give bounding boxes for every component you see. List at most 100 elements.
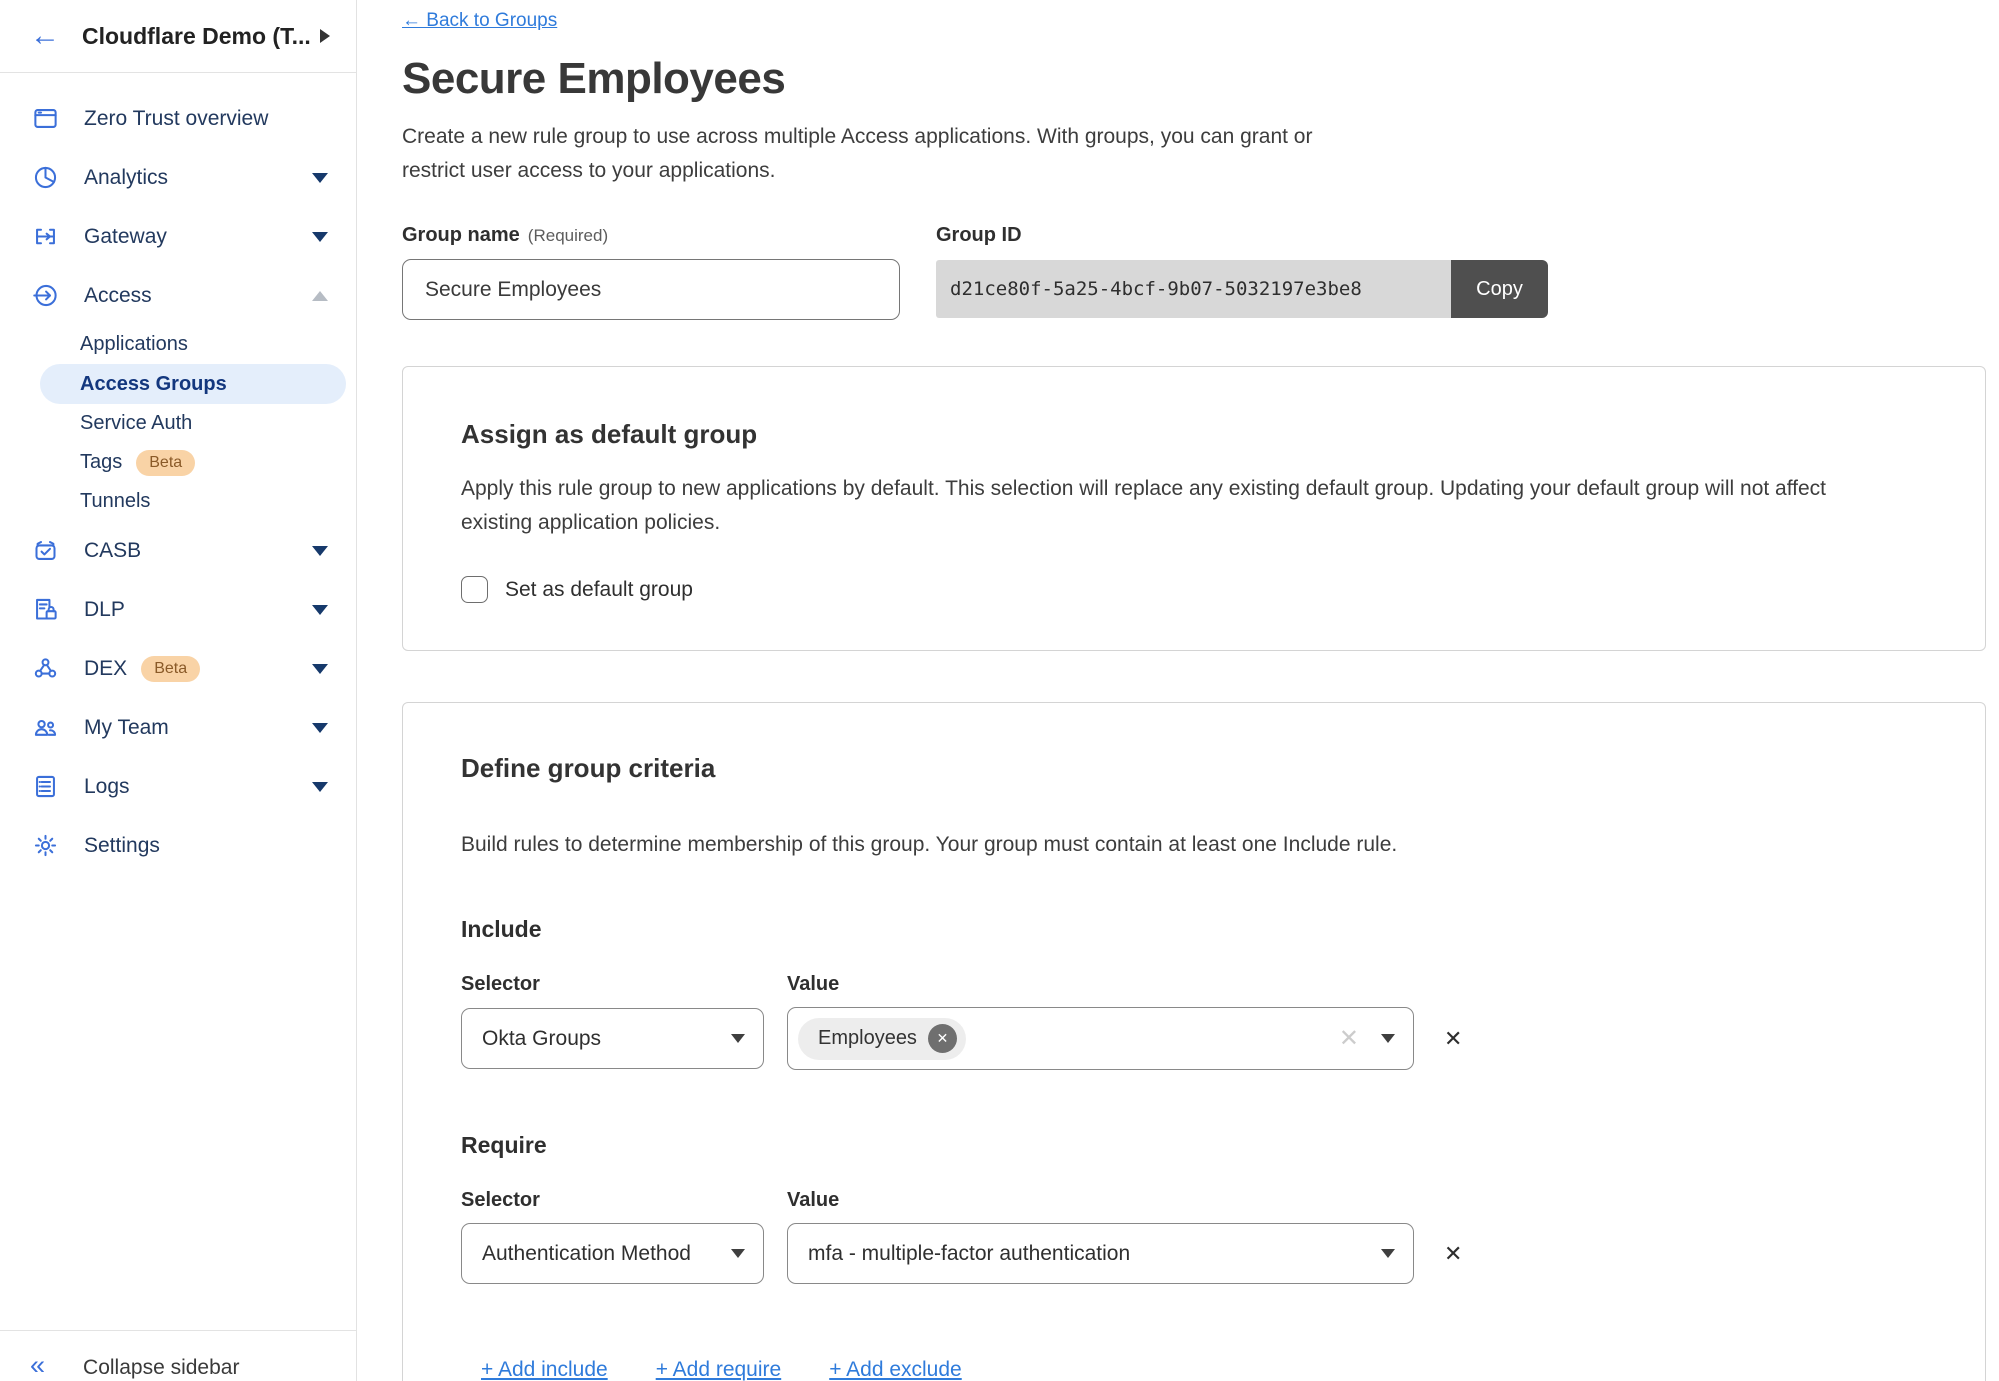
beta-badge: Beta (136, 450, 195, 476)
main-content: ← Back to Groups Secure Employees Create… (357, 0, 1999, 1381)
include-selector-dropdown[interactable]: Okta Groups (461, 1008, 764, 1069)
collapse-sidebar-button[interactable]: « Collapse sidebar (0, 1330, 356, 1381)
sidebar-item-applications[interactable]: Applications (40, 325, 346, 364)
require-selector-dropdown[interactable]: Authentication Method (461, 1223, 764, 1284)
set-default-group-checkbox[interactable] (461, 576, 488, 603)
casb-icon (30, 537, 60, 564)
sidebar-header: ← Cloudflare Demo (T... (0, 0, 356, 73)
sidebar-item-analytics[interactable]: Analytics (0, 148, 356, 207)
sidebar-subitem-label: Tunnels (80, 490, 150, 513)
require-value: mfa - multiple-factor authentication (808, 1242, 1130, 1266)
chevron-down-icon[interactable] (312, 232, 328, 242)
sidebar-item-label: CASB (84, 539, 141, 563)
sidebar-subitem-label: Applications (80, 333, 188, 356)
chevron-down-icon[interactable] (1381, 1034, 1395, 1043)
chevron-down-icon (1381, 1249, 1395, 1258)
require-value-label: Value (787, 1189, 839, 1212)
sidebar-item-dex[interactable]: DEX Beta (0, 639, 356, 698)
beta-badge: Beta (141, 656, 200, 682)
sidebar-item-tunnels[interactable]: Tunnels (40, 482, 346, 521)
default-group-heading: Assign as default group (461, 419, 1927, 450)
app-window: ← Cloudflare Demo (T... Zero Trust overv… (0, 0, 1999, 1381)
sidebar-item-label: Gateway (84, 225, 167, 249)
chevron-down-icon[interactable] (312, 605, 328, 615)
require-selector-value: Authentication Method (482, 1242, 691, 1266)
add-rule-links: + Add include + Add require + Add exclud… (461, 1358, 1927, 1381)
sidebar-item-my-team[interactable]: My Team (0, 698, 356, 757)
set-default-group-row[interactable]: Set as default group (461, 576, 1927, 603)
chevron-down-icon[interactable] (312, 723, 328, 733)
overview-icon (30, 105, 60, 132)
my-team-icon (30, 714, 60, 741)
copy-button[interactable]: Copy (1451, 260, 1548, 318)
sidebar-item-label: Settings (84, 834, 160, 858)
sidebar-item-access[interactable]: Access (0, 266, 356, 325)
gateway-icon (30, 223, 60, 250)
sidebar-item-label: DLP (84, 598, 125, 622)
chevron-down-icon[interactable] (312, 546, 328, 556)
include-value-label: Value (787, 973, 839, 996)
sidebar-item-zero-trust-overview[interactable]: Zero Trust overview (0, 89, 356, 148)
group-id-label: Group ID (936, 224, 1548, 247)
chevron-down-icon[interactable] (312, 782, 328, 792)
collapse-chevrons-icon: « (30, 1351, 45, 1381)
chip-remove-icon[interactable]: ✕ (928, 1024, 957, 1053)
criteria-description: Build rules to determine membership of t… (461, 828, 1901, 862)
chevron-down-icon (731, 1249, 745, 1258)
sidebar-subitem-label: Tags (80, 451, 122, 474)
include-heading: Include (461, 916, 1927, 943)
sidebar-item-logs[interactable]: Logs (0, 757, 356, 816)
analytics-icon (30, 164, 60, 191)
clear-values-icon[interactable]: ✕ (1339, 1027, 1359, 1051)
sidebar-nav: Zero Trust overview Analytics Gateway (0, 73, 356, 875)
sidebar-item-label: Zero Trust overview (84, 107, 268, 131)
set-default-group-label: Set as default group (505, 578, 693, 602)
sidebar-item-label: Access (84, 284, 152, 308)
group-name-id-row: Group name(Required) Group ID d21ce80f-5… (402, 224, 1999, 320)
chevron-down-icon[interactable] (312, 664, 328, 674)
group-id-value: d21ce80f-5a25-4bcf-9b07-5032197e3be8 (936, 260, 1451, 318)
remove-include-rule-icon[interactable]: ✕ (1444, 1028, 1462, 1050)
back-arrow-icon[interactable]: ← (30, 21, 60, 51)
page-description: Create a new rule group to use across mu… (402, 120, 1377, 188)
value-chip: Employees ✕ (798, 1018, 966, 1060)
access-subnav: Applications Access Groups Service Auth … (0, 325, 356, 521)
criteria-card: Define group criteria Build rules to det… (402, 702, 1986, 1381)
add-require-link[interactable]: + Add require (656, 1358, 782, 1381)
chevron-down-icon[interactable] (312, 173, 328, 183)
required-hint: (Required) (528, 226, 608, 245)
access-icon (30, 282, 60, 309)
include-rule-row: Okta Groups Employees ✕ ✕ ✕ (461, 1007, 1927, 1070)
sidebar-item-service-auth[interactable]: Service Auth (40, 404, 346, 443)
sidebar-item-casb[interactable]: CASB (0, 521, 356, 580)
sidebar-item-dlp[interactable]: DLP (0, 580, 356, 639)
sidebar-item-label: My Team (84, 716, 169, 740)
dlp-icon (30, 596, 60, 623)
sidebar-item-gateway[interactable]: Gateway (0, 207, 356, 266)
require-rule-row: Authentication Method mfa - multiple-fac… (461, 1223, 1927, 1284)
sidebar-item-settings[interactable]: Settings (0, 816, 356, 875)
group-name-label: Group name(Required) (402, 224, 900, 247)
logs-icon (30, 773, 60, 800)
sidebar-item-label: Logs (84, 775, 130, 799)
group-name-input[interactable] (402, 259, 900, 320)
sidebar-subitem-label: Service Auth (80, 412, 192, 435)
include-selector-label: Selector (461, 973, 787, 996)
require-value-dropdown[interactable]: mfa - multiple-factor authentication (787, 1223, 1414, 1284)
add-include-link[interactable]: + Add include (481, 1358, 608, 1381)
default-group-description: Apply this rule group to new application… (461, 472, 1901, 540)
sidebar-item-access-groups[interactable]: Access Groups (40, 364, 346, 404)
sidebar: ← Cloudflare Demo (T... Zero Trust overv… (0, 0, 357, 1381)
value-chip-label: Employees (818, 1027, 917, 1050)
remove-require-rule-icon[interactable]: ✕ (1444, 1243, 1462, 1265)
back-to-groups-link[interactable]: ← Back to Groups (402, 10, 557, 32)
include-value-multiselect[interactable]: Employees ✕ ✕ (787, 1007, 1414, 1070)
settings-icon (30, 832, 60, 859)
sidebar-item-tags[interactable]: Tags Beta (40, 443, 346, 482)
add-exclude-link[interactable]: + Add exclude (829, 1358, 962, 1381)
chevron-up-icon[interactable] (312, 291, 328, 301)
collapse-sidebar-label: Collapse sidebar (83, 1354, 239, 1381)
dex-icon (30, 655, 60, 682)
criteria-heading: Define group criteria (461, 753, 1927, 784)
expand-caret-icon[interactable] (320, 29, 330, 43)
